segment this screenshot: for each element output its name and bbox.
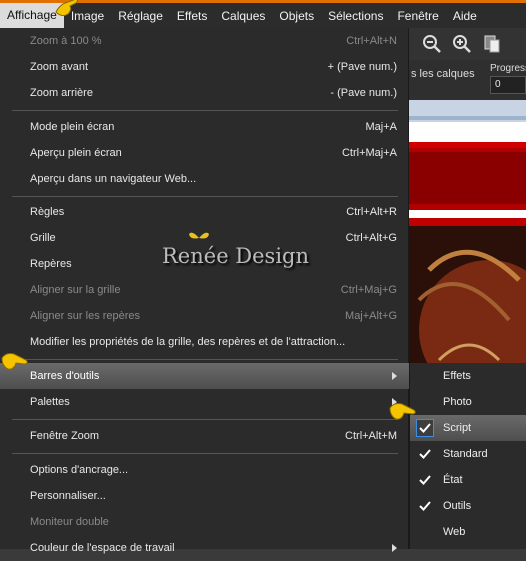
menu-separator (12, 196, 398, 197)
layers-option-label: s les calques (411, 68, 475, 80)
menu-item-palettes[interactable]: Palettes (0, 389, 409, 415)
menu-separator (12, 453, 398, 454)
menu-item-grid-properties[interactable]: Modifier les propriétés de la grille, de… (0, 329, 409, 355)
zoom-in-icon[interactable] (451, 33, 473, 55)
menu-separator (12, 110, 398, 111)
menu-aide[interactable]: Aide (446, 9, 484, 23)
menu-item-dual-monitor[interactable]: Moniteur double (0, 509, 409, 535)
affichage-dropdown: Zoom à 100 % Ctrl+Alt+N Zoom avant + (Pa… (0, 28, 409, 554)
submenu-arrow-icon (392, 372, 397, 380)
checkmark-icon (416, 445, 434, 463)
menu-calques[interactable]: Calques (214, 9, 272, 23)
menu-item-workspace-color[interactable]: Couleur de l'espace de travail (0, 535, 409, 561)
paste-icon[interactable] (481, 33, 503, 55)
checkmark-icon (416, 419, 434, 437)
submenu-item-etat[interactable]: État (410, 467, 526, 493)
pointing-hand-icon (389, 403, 416, 420)
menu-item-rulers[interactable]: Règles Ctrl+Alt+R (0, 199, 409, 225)
toolbars-submenu: Effets Photo Script Standard État Outils… (409, 363, 526, 549)
progress-input[interactable]: 0 (490, 76, 526, 94)
submenu-item-effets[interactable]: Effets (410, 363, 526, 389)
menu-item-toolbars[interactable]: Barres d'outils (0, 363, 409, 389)
pointing-hand-icon (1, 353, 28, 370)
menu-item-zoom-out[interactable]: Zoom arrière - (Pave num.) (0, 80, 409, 106)
menu-item-snap-guides[interactable]: Aligner sur les repères Maj+Alt+G (0, 303, 409, 329)
menu-objets[interactable]: Objets (272, 9, 321, 23)
progress-label: Progress (490, 63, 526, 74)
submenu-item-standard[interactable]: Standard (410, 441, 526, 467)
menu-item-snap-grid[interactable]: Aligner sur la grille Ctrl+Maj+G (0, 277, 409, 303)
menu-item-customize[interactable]: Personnaliser... (0, 483, 409, 509)
menu-item-zoom-window[interactable]: Fenêtre Zoom Ctrl+Alt+M (0, 423, 409, 449)
butterfly-icon (189, 232, 209, 239)
menu-item-fullscreen-preview[interactable]: Aperçu plein écran Ctrl+Maj+A (0, 140, 409, 166)
submenu-item-web[interactable]: Web (410, 519, 526, 545)
menu-item-zoom-in[interactable]: Zoom avant + (Pave num.) (0, 54, 409, 80)
menu-effets[interactable]: Effets (170, 9, 214, 23)
menu-reglage[interactable]: Réglage (111, 9, 170, 23)
menu-item-browser-preview[interactable]: Aperçu dans un navigateur Web... (0, 166, 409, 192)
pointing-hand-icon (55, 0, 78, 17)
checkmark-icon (416, 497, 434, 515)
submenu-arrow-icon (392, 544, 397, 552)
menu-item-fullscreen[interactable]: Mode plein écran Maj+A (0, 114, 409, 140)
submenu-item-photo[interactable]: Photo (410, 389, 526, 415)
tool-options-bar: s les calques Progress 0 (409, 60, 526, 100)
menu-item-docking-options[interactable]: Options d'ancrage... (0, 457, 409, 483)
submenu-item-outils[interactable]: Outils (410, 493, 526, 519)
zoom-out-icon[interactable] (421, 33, 443, 55)
checkmark-icon (416, 471, 434, 489)
submenu-item-script[interactable]: Script (410, 415, 526, 441)
menu-fenetre[interactable]: Fenêtre (390, 9, 445, 23)
menu-item-zoom-100[interactable]: Zoom à 100 % Ctrl+Alt+N (0, 28, 409, 54)
toolbar (409, 28, 526, 60)
menu-separator (12, 419, 398, 420)
watermark-text: Renée Design (162, 232, 309, 268)
menu-selections[interactable]: Sélections (321, 9, 390, 23)
menu-separator (12, 359, 398, 360)
